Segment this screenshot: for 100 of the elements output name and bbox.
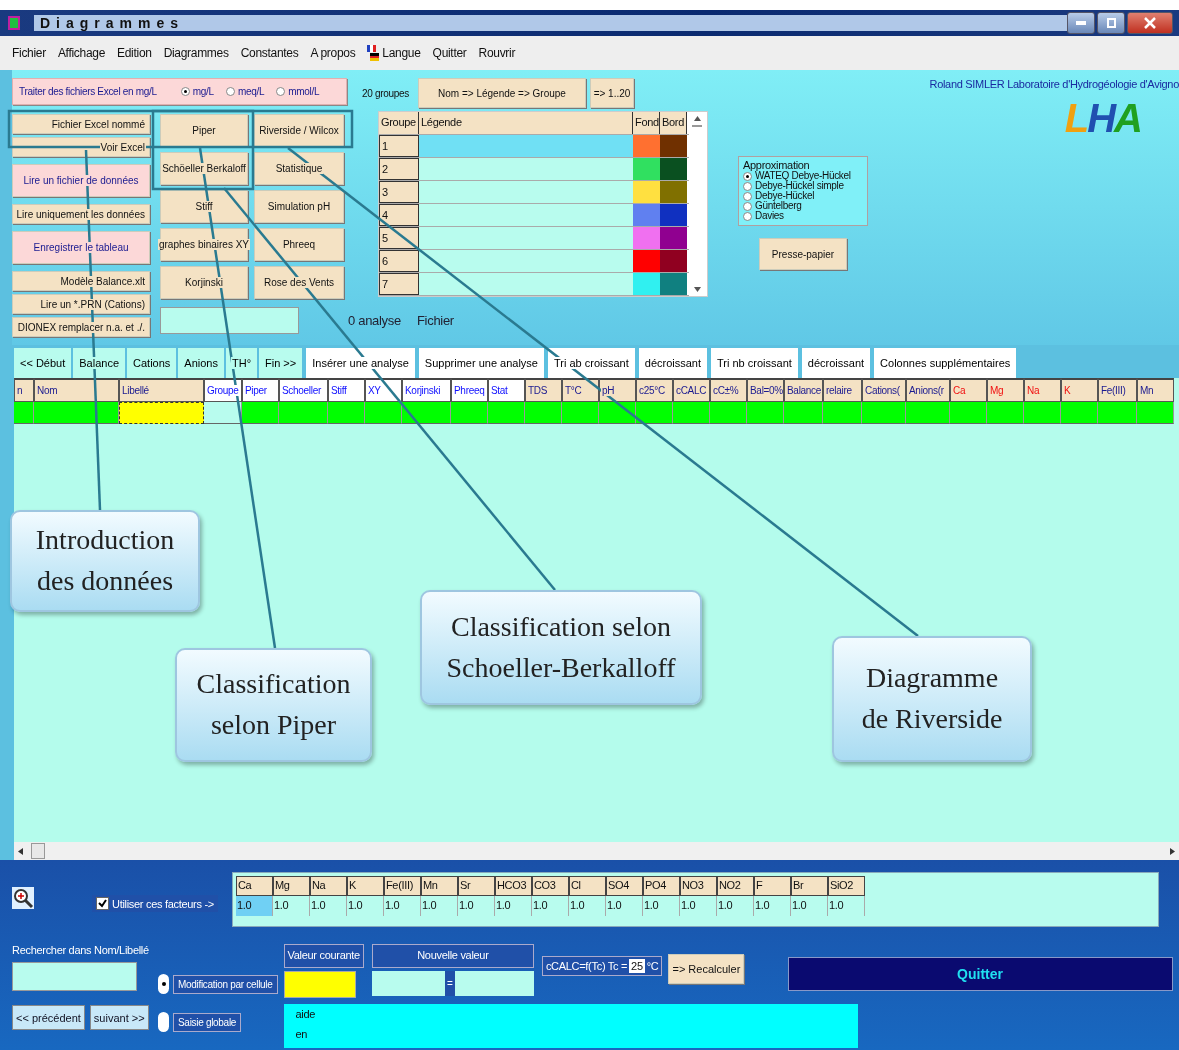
quit-button[interactable]: Quitter: [787, 957, 1173, 991]
legend-button[interactable]: Nom => Légende => Groupe: [418, 78, 586, 108]
diagram-button[interactable]: Simulation pH: [254, 190, 344, 223]
file-button[interactable]: Enregistrer le tableau: [12, 231, 150, 264]
diagram-button[interactable]: Piper: [160, 114, 248, 147]
menu-item[interactable]: Quitter: [432, 46, 467, 60]
table-cell[interactable]: [279, 402, 328, 424]
color-swatch[interactable]: [633, 227, 660, 249]
radio-label[interactable]: Davies: [755, 211, 784, 221]
table-cell[interactable]: [402, 402, 451, 424]
legend-cell[interactable]: [419, 158, 633, 180]
search-field[interactable]: [12, 962, 137, 991]
legend-cell[interactable]: [419, 250, 633, 272]
factor-cell[interactable]: 1.0: [272, 896, 310, 916]
file-button[interactable]: Modèle Balance.xlt: [12, 271, 150, 291]
table-cell[interactable]: [950, 402, 987, 424]
nav-button[interactable]: Anions: [178, 348, 224, 378]
column-header[interactable]: Anions(r: [906, 378, 950, 402]
nav-button[interactable]: TH°: [225, 348, 258, 378]
nav-button[interactable]: Cations: [127, 348, 177, 378]
color-swatch[interactable]: [660, 204, 687, 226]
table-cell[interactable]: [451, 402, 488, 424]
radio-button[interactable]: [158, 1012, 169, 1032]
nav-button[interactable]: Fin >>: [259, 348, 303, 378]
action-button[interactable]: Supprimer une analyse: [418, 348, 544, 378]
table-cell[interactable]: [34, 402, 119, 424]
factor-cell[interactable]: 1.0: [420, 896, 458, 916]
action-button[interactable]: Tri nb croissant: [711, 348, 798, 378]
table-cell[interactable]: [747, 402, 784, 424]
factor-cell[interactable]: 1.0: [235, 896, 273, 916]
diagram-button[interactable]: Stiff: [160, 190, 248, 223]
color-swatch[interactable]: [633, 181, 660, 203]
table-cell[interactable]: [784, 402, 823, 424]
table-cell[interactable]: [673, 402, 710, 424]
color-swatch[interactable]: [633, 135, 660, 157]
column-header[interactable]: Balance: [784, 378, 823, 402]
column-header[interactable]: Nom: [34, 378, 119, 402]
factor-cell[interactable]: 1.0: [605, 896, 643, 916]
column-header[interactable]: Stat: [488, 378, 525, 402]
action-button[interactable]: décroissant: [638, 348, 708, 378]
file-button[interactable]: Lire un fichier de données: [12, 164, 150, 197]
diagram-button[interactable]: Korjinski: [160, 266, 248, 299]
factor-cell[interactable]: 1.0: [346, 896, 384, 916]
column-header[interactable]: Schoeller: [279, 378, 328, 402]
radio-button[interactable]: [158, 974, 169, 994]
radio-button[interactable]: [743, 201, 752, 211]
excel-units-label[interactable]: Traiter des fichiers Excel en mg/L: [19, 86, 157, 97]
color-swatch[interactable]: [633, 273, 660, 295]
table-cell[interactable]: [365, 402, 402, 424]
search-nav-button[interactable]: suivant >>: [89, 1005, 149, 1030]
column-header[interactable]: Phreeq: [451, 378, 488, 402]
horizontal-scrollbar[interactable]: [14, 842, 1179, 860]
radio-button[interactable]: [743, 191, 752, 201]
column-header[interactable]: Piper: [242, 378, 279, 402]
diagram-button[interactable]: Rose des Vents: [254, 266, 344, 299]
radio-label[interactable]: meq/L: [237, 86, 265, 97]
factor-cell[interactable]: 1.0: [642, 896, 680, 916]
legend-cell[interactable]: [419, 273, 633, 295]
action-button[interactable]: Colonnes supplémentaires: [874, 348, 1017, 378]
factor-cell[interactable]: 1.0: [309, 896, 347, 916]
column-header[interactable]: relaire: [823, 378, 862, 402]
column-header[interactable]: Groupe: [204, 378, 242, 402]
menu-item[interactable]: Rouvrir: [478, 46, 516, 60]
table-cell[interactable]: [328, 402, 365, 424]
table-cell[interactable]: [1098, 402, 1137, 424]
numbering-button[interactable]: => 1..20: [590, 78, 634, 108]
radio-label[interactable]: mmol/L: [288, 86, 320, 97]
factor-cell[interactable]: 1.0: [568, 896, 606, 916]
color-swatch[interactable]: [660, 181, 687, 203]
column-header[interactable]: cC±%: [710, 378, 747, 402]
radio-label[interactable]: WATEQ Debye-Hückel: [755, 171, 851, 181]
file-button[interactable]: Lire uniquement les données: [12, 204, 150, 224]
action-button[interactable]: Insérer une analyse: [306, 348, 415, 378]
scroll-thumb[interactable]: [31, 843, 45, 859]
nav-button[interactable]: << Début: [14, 348, 72, 378]
factor-cell[interactable]: 1.0: [494, 896, 532, 916]
color-swatch[interactable]: [660, 250, 687, 272]
column-header[interactable]: Fe(III): [1098, 378, 1137, 402]
file-button[interactable]: Lire un *.PRN (Cations): [12, 294, 150, 314]
table-cell[interactable]: [1061, 402, 1098, 424]
input-field[interactable]: [160, 307, 299, 334]
diagram-button[interactable]: Riverside / Wilcox: [254, 114, 344, 147]
factor-cell[interactable]: 1.0: [383, 896, 421, 916]
column-header[interactable]: cCALC: [673, 378, 710, 402]
minimize-button[interactable]: [1067, 12, 1095, 34]
menu-item[interactable]: A propos: [310, 46, 356, 60]
table-cell[interactable]: [1137, 402, 1174, 424]
menu-item[interactable]: Affichage: [57, 46, 106, 60]
table-cell[interactable]: [242, 402, 279, 424]
diagram-button[interactable]: Schöeller Berkaloff: [160, 152, 248, 185]
color-swatch[interactable]: [633, 204, 660, 226]
menu-item[interactable]: Constantes: [240, 46, 299, 60]
table-cell[interactable]: [636, 402, 673, 424]
column-header[interactable]: pH: [599, 378, 636, 402]
table-cell[interactable]: [488, 402, 525, 424]
radio-label[interactable]: Saisie globale: [173, 1012, 242, 1032]
table-cell[interactable]: [862, 402, 906, 424]
factor-cell[interactable]: 1.0: [827, 896, 865, 916]
file-button[interactable]: Voir Excel: [12, 137, 150, 157]
radio-button[interactable]: [743, 171, 752, 181]
